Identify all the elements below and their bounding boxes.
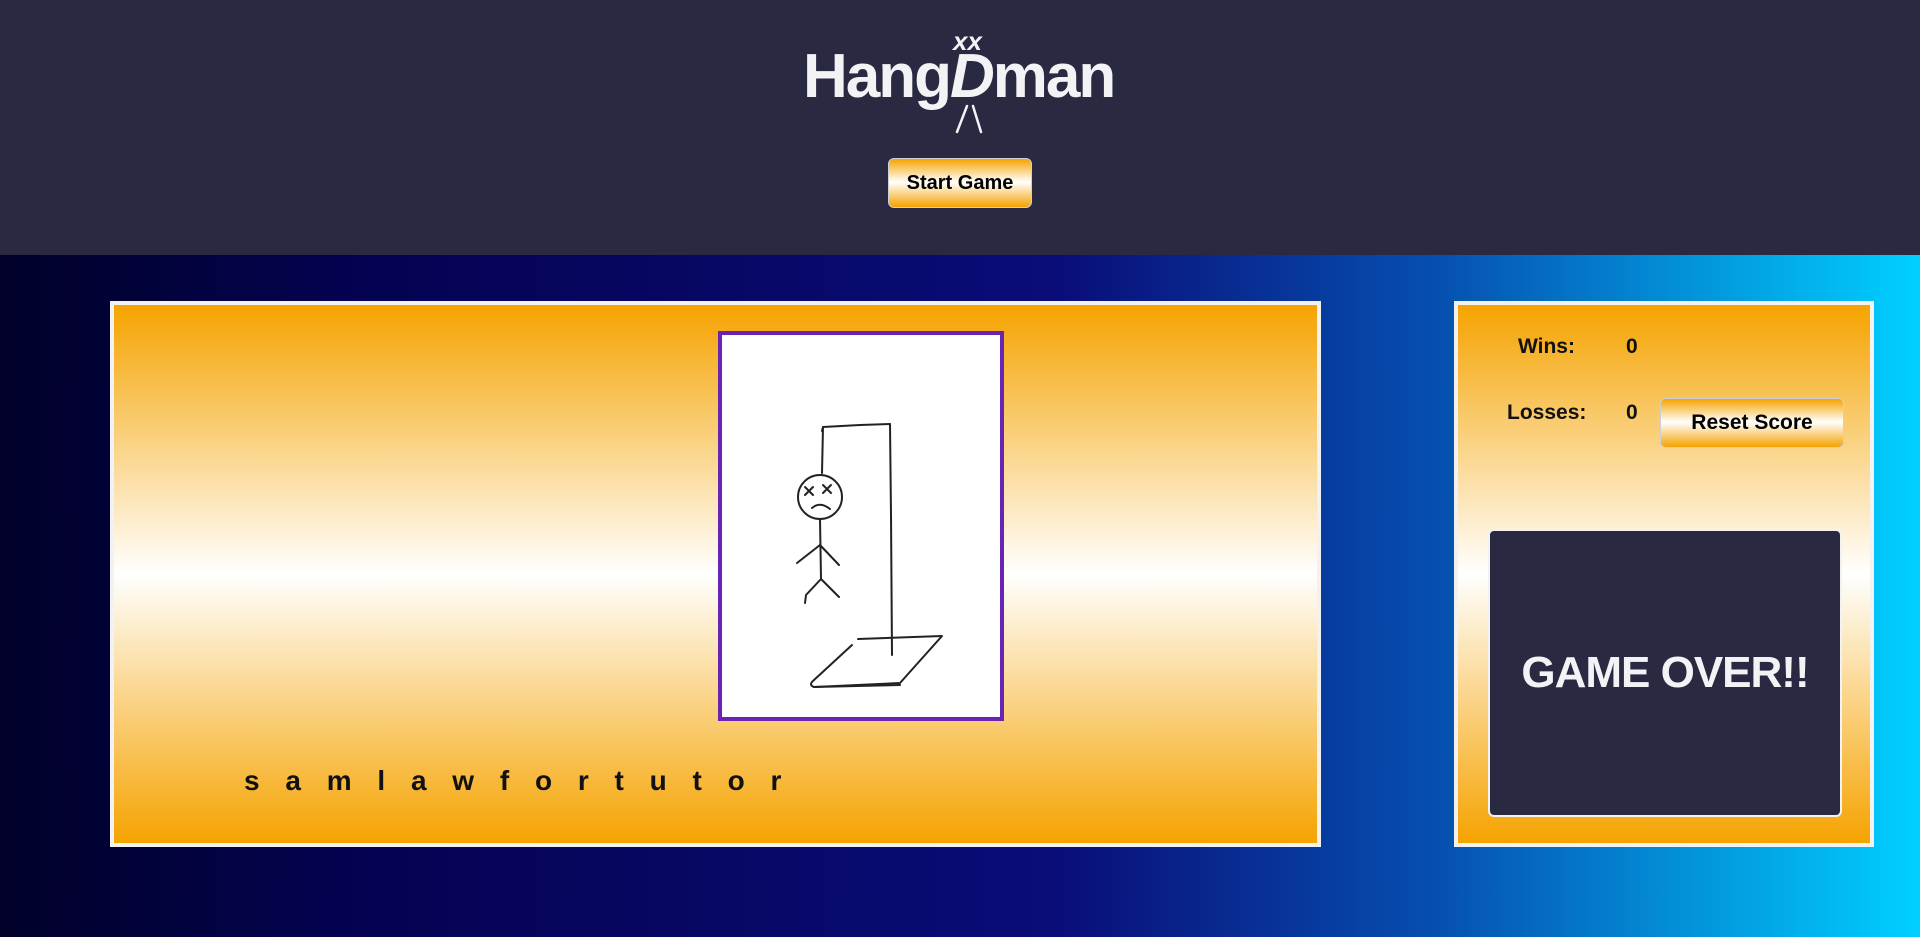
logo-title-post: man bbox=[992, 42, 1116, 111]
page-header: xx HangDman Start Game bbox=[0, 0, 1920, 255]
reset-score-button[interactable]: Reset Score bbox=[1660, 398, 1844, 448]
logo-title-pre: Hang bbox=[803, 42, 952, 111]
game-status-message: GAME OVER!! bbox=[1521, 648, 1809, 697]
score-panel: Wins: 0 Losses: 0 Reset Score GAME OVER!… bbox=[1454, 301, 1874, 847]
hangman-complete-icon bbox=[796, 423, 943, 688]
hangman-drawing bbox=[718, 331, 1004, 721]
logo-title: HangDman bbox=[803, 46, 1116, 108]
start-game-button[interactable]: Start Game bbox=[888, 158, 1032, 208]
losses-label: Losses: bbox=[1507, 401, 1587, 424]
losses-value: 0 bbox=[1626, 401, 1638, 424]
hangdman-logo: xx HangDman bbox=[803, 28, 1123, 138]
game-panel: s a m l a w f o r t u t o r bbox=[110, 301, 1321, 847]
status-box: GAME OVER!! bbox=[1488, 529, 1842, 817]
logo-legs-icon bbox=[953, 100, 987, 141]
word-display: s a m l a w f o r t u t o r bbox=[244, 765, 791, 796]
wins-value: 0 bbox=[1626, 335, 1638, 358]
wins-label: Wins: bbox=[1518, 335, 1575, 358]
